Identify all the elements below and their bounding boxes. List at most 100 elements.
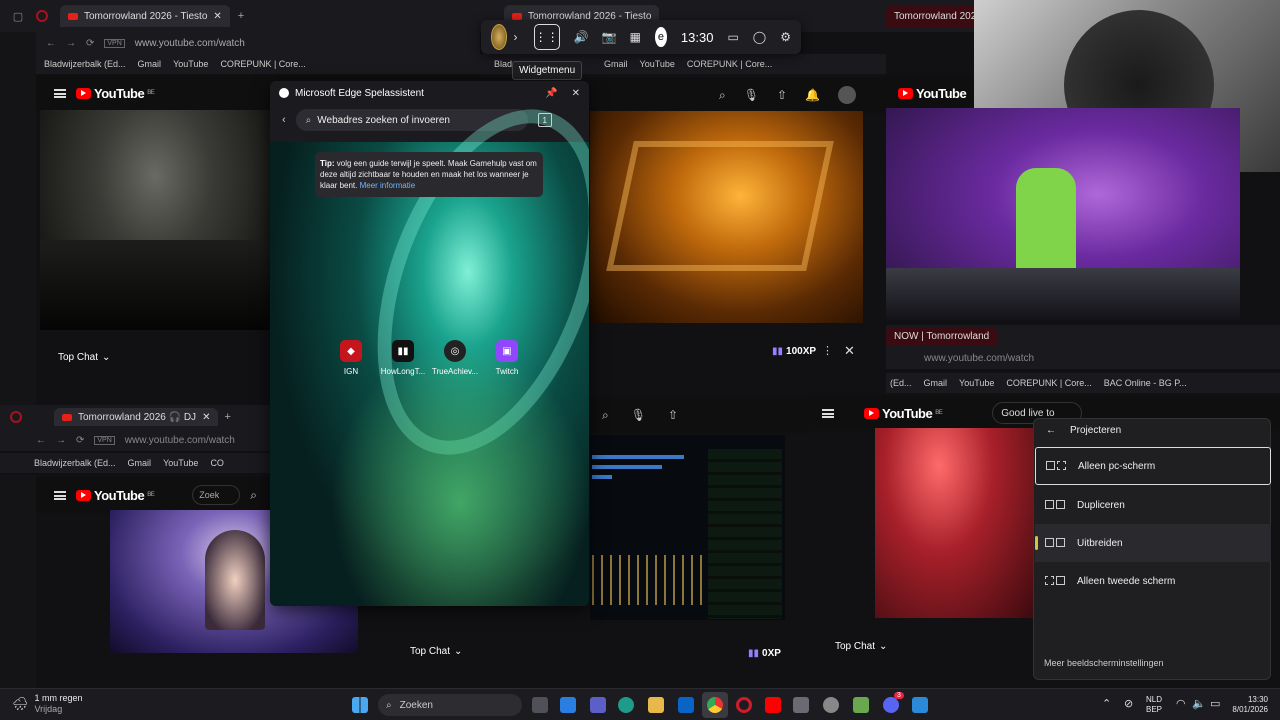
teams-icon[interactable] [590, 697, 606, 713]
tab-youtube[interactable]: Tomorrowland 2026 🎧 DJ ✕ [54, 408, 219, 426]
avatar[interactable] [838, 86, 856, 104]
youtube-logo[interactable]: YouTube [898, 86, 967, 101]
bookmark-item[interactable]: Blad [494, 59, 512, 69]
edge-icon[interactable] [618, 697, 634, 713]
tab-youtube[interactable]: NOW | Tomorrowland [886, 327, 998, 345]
bookmark-item[interactable]: Gmail [128, 458, 152, 468]
close-icon[interactable]: ✕ [572, 88, 580, 99]
top-chat-dropdown[interactable]: Top Chat ⌄ [58, 352, 110, 363]
option-duplicate[interactable]: Dupliceren [1035, 486, 1271, 524]
tab-youtube[interactable]: Tomorrowland 2026 - Tiesto ✕ [60, 5, 230, 27]
performance-icon[interactable]: ▦ [630, 30, 641, 44]
top-chat-dropdown[interactable]: Top Chat ⌄ [835, 641, 887, 652]
bookmark-item[interactable]: YouTube [959, 378, 994, 388]
chrome-icon-active[interactable] [702, 692, 728, 718]
youtube-icon[interactable] [765, 697, 781, 713]
youtube-logo[interactable]: YouTube BE [76, 86, 155, 101]
bookmark-item[interactable]: Gmail [604, 59, 628, 69]
quick-link-trueachievements[interactable]: ◎ TrueAchiev... [430, 340, 480, 376]
tip-more-info-link[interactable]: Meer informatie [360, 181, 416, 190]
youtube-logo[interactable]: YouTube BE [76, 488, 155, 503]
vpn-badge[interactable]: VPN [94, 435, 115, 445]
notifications-icon[interactable]: 🔔 [805, 88, 820, 102]
video-player[interactable] [590, 111, 863, 323]
close-icon[interactable]: ✕ [844, 343, 855, 359]
calculator-icon[interactable] [793, 697, 809, 713]
microsoft-store-icon[interactable] [560, 697, 576, 713]
close-tab-icon[interactable]: ✕ [202, 412, 210, 423]
weather-widget[interactable]: 🌧 1 mm regen Vrijdag [12, 693, 83, 715]
widget-menu-button[interactable]: ⋮⋮ [533, 24, 560, 50]
display-settings-link[interactable]: Meer beeldscherminstellingen [1044, 658, 1164, 668]
outlook-icon[interactable] [678, 697, 694, 713]
close-tab-icon[interactable]: ✕ [213, 11, 221, 22]
audio-icon[interactable]: 🔊 [574, 30, 589, 44]
chevron-right-icon[interactable]: › [511, 30, 519, 44]
xp-counter[interactable]: ▮▮ 0XP [748, 648, 781, 659]
back-icon[interactable]: ‹ [282, 114, 286, 126]
settings-icon[interactable] [823, 697, 839, 713]
bookmark-item[interactable]: Gmail [924, 378, 948, 388]
video-player[interactable] [886, 108, 1240, 323]
bookmark-item[interactable]: YouTube [640, 59, 675, 69]
option-extend[interactable]: Uitbreiden [1035, 524, 1271, 562]
menu-icon[interactable] [822, 408, 834, 418]
menu-icon[interactable] [54, 490, 66, 500]
bookmark-item[interactable]: COREPUNK | Core... [1006, 378, 1091, 388]
file-explorer-icon[interactable] [648, 697, 664, 713]
quick-link-ign[interactable]: ◆ IGN [326, 340, 376, 376]
bookmark-item[interactable]: COREPUNK | Core... [687, 59, 772, 69]
edge-assist-icon[interactable]: e [654, 27, 667, 47]
back-icon[interactable]: ← [1046, 425, 1056, 436]
upload-icon[interactable]: ⇧ [668, 408, 678, 422]
bookmark-item[interactable]: COREPUNK | Core... [220, 59, 305, 69]
search-icon[interactable]: ⌕ [250, 488, 257, 503]
quick-link-howlongtobeat[interactable]: ▮▮ HowLongT... [378, 340, 428, 376]
upload-icon[interactable]: ⇧ [777, 88, 787, 102]
video-player[interactable] [875, 428, 1035, 618]
language-indicator[interactable]: NLD BEP [1146, 695, 1162, 715]
task-view-icon[interactable] [532, 697, 548, 713]
edge-profile-icon[interactable] [10, 411, 22, 423]
xp-counter[interactable]: ▮▮ 100XP [772, 346, 816, 357]
edge-profile-icon[interactable] [36, 10, 48, 22]
top-chat-dropdown[interactable]: Top Chat ⌄ [410, 646, 462, 657]
browser-menu-icon[interactable]: ▢ [0, 10, 36, 23]
bookmark-item[interactable]: Gmail [138, 59, 162, 69]
more-options-icon[interactable]: ⋮ [822, 344, 833, 357]
menu-icon[interactable] [54, 88, 66, 98]
forward-icon[interactable]: → [56, 435, 66, 446]
search-input[interactable]: Zoek [192, 485, 241, 505]
show-hidden-icons[interactable]: ⌃ [1102, 697, 1111, 710]
taskbar-search[interactable]: ⌕ Zoeken [378, 694, 522, 716]
photos-icon[interactable] [912, 697, 928, 713]
battery-icon[interactable]: ▭ [1210, 697, 1220, 710]
bookmark-item[interactable]: Bladwijzerbalk (Ed... [34, 458, 116, 468]
game-avatar-icon[interactable] [491, 24, 508, 50]
settings-gear-icon[interactable]: ⚙ [780, 30, 791, 44]
new-tab-button[interactable]: + [224, 411, 230, 423]
start-windows-icon[interactable] [352, 697, 368, 713]
search-icon[interactable]: ⌕ [602, 408, 609, 423]
option-second-screen-only[interactable]: Alleen tweede scherm [1035, 562, 1271, 600]
url-field[interactable]: www.youtube.com/watch [125, 435, 235, 446]
microphone-icon[interactable]: 🎙 [744, 88, 759, 102]
bookmark-item[interactable]: CO [210, 458, 224, 468]
vpn-badge[interactable]: VPN [104, 38, 125, 48]
bookmark-item[interactable]: YouTube [163, 458, 198, 468]
wifi-icon[interactable]: ◠ [1176, 697, 1186, 710]
opera-icon[interactable] [736, 697, 752, 713]
network-off-icon[interactable]: ⊘ [1124, 697, 1133, 710]
volume-icon[interactable]: 🔈 [1192, 697, 1206, 710]
new-tab-button[interactable]: + [238, 10, 244, 22]
youtube-logo[interactable]: YouTube BE [864, 406, 943, 421]
bookmark-item[interactable]: (Ed... [890, 378, 912, 388]
refresh-icon[interactable]: ⟳ [86, 38, 94, 49]
back-icon[interactable]: ← [46, 38, 56, 49]
bookmark-item[interactable]: Bladwijzerbalk (Ed... [44, 59, 126, 69]
taskbar-clock[interactable]: 13:30 8/01/2026 [1232, 695, 1268, 715]
url-field[interactable]: www.youtube.com/watch [135, 38, 245, 49]
refresh-icon[interactable]: ⟳ [76, 435, 84, 446]
pin-icon[interactable]: 📌 [545, 88, 557, 99]
discord-icon[interactable] [883, 697, 899, 713]
